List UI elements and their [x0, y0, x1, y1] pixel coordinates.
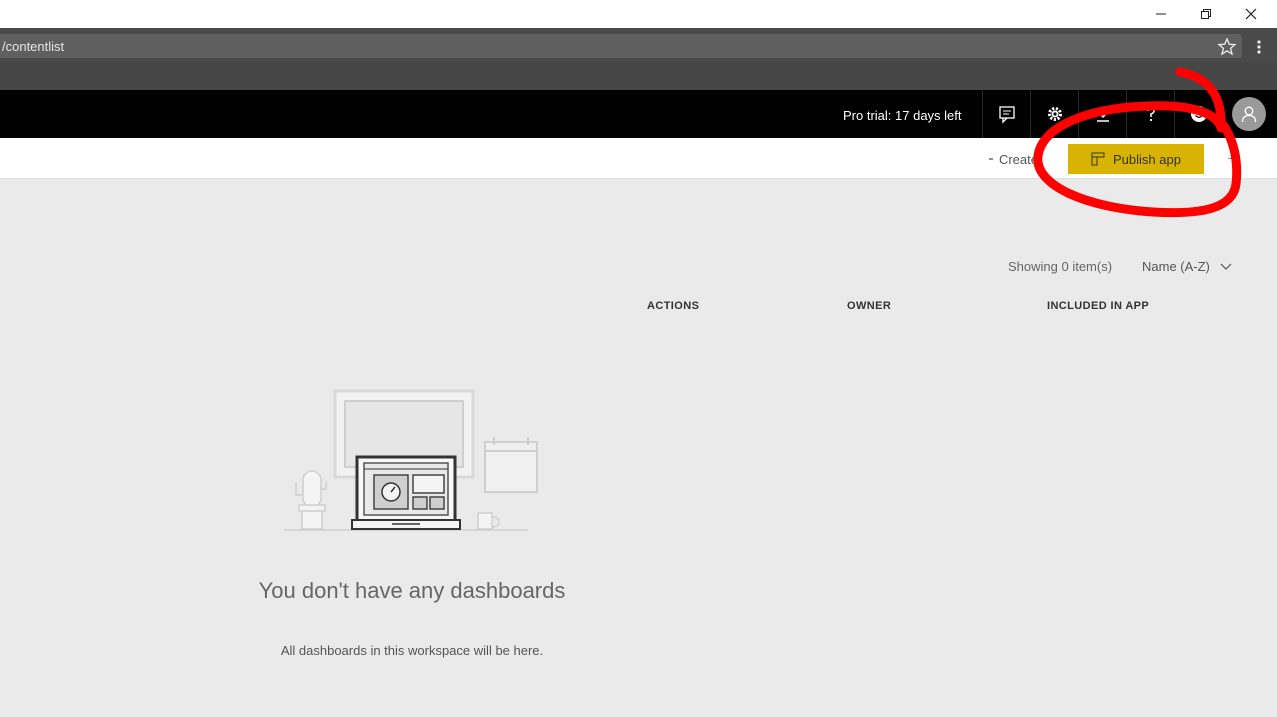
feedback-button[interactable] — [1174, 90, 1222, 138]
create-label: Create — [998, 151, 1038, 167]
publish-app-label: Publish app — [1113, 151, 1181, 167]
help-icon — [1146, 107, 1155, 122]
overflow-menu-button[interactable] — [1228, 158, 1234, 159]
sort-label: Name (A-Z) — [1142, 259, 1210, 274]
app-icon — [1091, 152, 1105, 166]
window-titlebar — [0, 0, 1277, 28]
column-header-included-in-app[interactable]: INCLUDED IN APP — [1047, 300, 1149, 312]
user-avatar-button[interactable] — [1232, 97, 1266, 131]
publish-app-button[interactable]: Publish app — [1068, 144, 1204, 174]
column-header-owner[interactable]: OWNER — [847, 300, 891, 312]
restore-icon — [1201, 9, 1211, 19]
empty-dashboard-illustration — [284, 389, 538, 531]
smiley-icon — [1190, 106, 1207, 122]
address-bar[interactable] — [0, 34, 1242, 58]
gear-icon — [1047, 107, 1062, 121]
star-icon — [1217, 37, 1237, 56]
item-count: Showing 0 item(s) — [1008, 259, 1113, 274]
trial-status[interactable]: Pro trial: 17 days left — [843, 108, 962, 123]
kebab-menu-icon — [1257, 40, 1261, 54]
help-button[interactable] — [1126, 90, 1174, 138]
minimize-button[interactable] — [1138, 0, 1184, 28]
create-button[interactable]: Create — [988, 149, 1038, 169]
minimize-icon — [1156, 13, 1166, 15]
empty-state-title: You don't have any dashboards — [258, 578, 566, 603]
avatar-icon — [1241, 106, 1257, 123]
download-icon — [1096, 107, 1109, 122]
bookmark-bar — [0, 62, 1277, 90]
close-window-button[interactable] — [1228, 0, 1274, 28]
notifications-button[interactable] — [982, 90, 1030, 138]
restore-button[interactable] — [1183, 0, 1229, 28]
close-icon — [1245, 8, 1257, 20]
empty-state-subtitle: All dashboards in this workspace will be… — [280, 643, 544, 658]
sort-dropdown[interactable]: Name (A-Z) — [1142, 259, 1232, 274]
chat-icon — [998, 106, 1015, 124]
browser-menu-button[interactable] — [1250, 37, 1268, 57]
settings-button[interactable] — [1030, 90, 1078, 138]
download-button[interactable] — [1078, 90, 1126, 138]
address-url: /contentlist — [2, 39, 65, 54]
bookmark-star-button[interactable] — [1217, 37, 1237, 57]
plus-icon — [989, 158, 993, 160]
column-header-actions[interactable]: ACTIONS — [647, 300, 699, 312]
chevron-down-icon — [1220, 263, 1232, 270]
